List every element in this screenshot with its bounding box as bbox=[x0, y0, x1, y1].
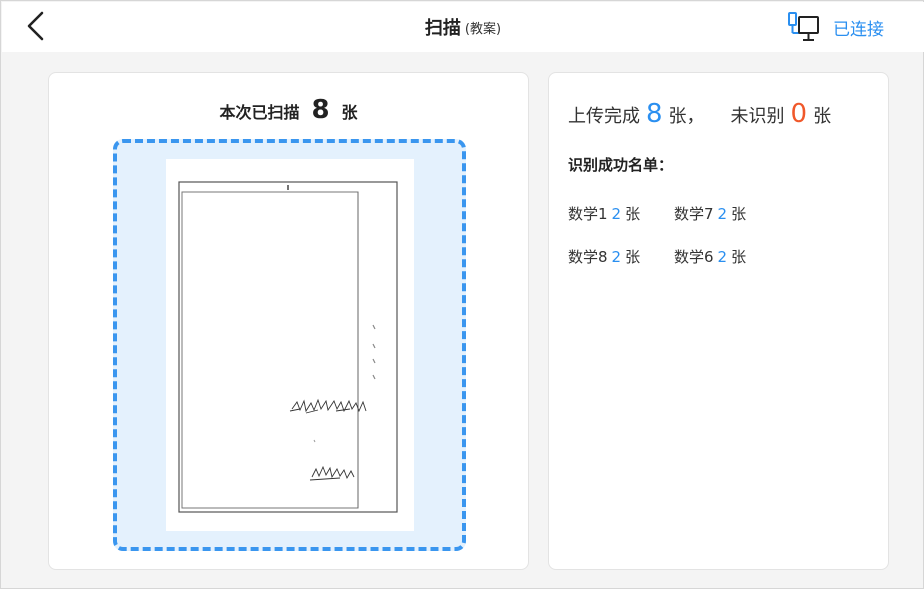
list-item-unit: 张 bbox=[731, 248, 747, 266]
unrecognized-unit: 张 bbox=[813, 106, 832, 127]
list-item[interactable]: 数学7 2 张 bbox=[674, 203, 780, 224]
result-card: 上传完成 8 张， 未识别 0 张 识别成功名单： 数学1 2 张 数学7 2 张 数学… bbox=[548, 72, 889, 570]
app-window: 扫描 (教案) 已连接 本次已扫描 8 张 上传完成 8 张， 未识别 0 张 … bbox=[0, 0, 924, 589]
list-item-count: 2 bbox=[717, 205, 728, 223]
upload-summary: 上传完成 8 张， 未识别 0 张 bbox=[568, 99, 831, 129]
upload-unit: 张， bbox=[668, 106, 705, 127]
scanned-document-image bbox=[178, 181, 398, 513]
scanned-page-preview bbox=[166, 159, 414, 531]
scan-preview-area[interactable] bbox=[113, 139, 466, 551]
scan-card: 本次已扫描 8 张 bbox=[48, 72, 529, 570]
unrecognized-prefix: 未识别 bbox=[730, 106, 785, 127]
upload-prefix: 上传完成 bbox=[568, 106, 640, 127]
list-item-count: 2 bbox=[611, 248, 622, 266]
connection-label: 已连接 bbox=[833, 19, 884, 40]
upload-count: 8 bbox=[646, 99, 663, 129]
list-item-unit: 张 bbox=[625, 248, 641, 266]
back-button[interactable] bbox=[20, 8, 52, 44]
title-text: 扫描 bbox=[424, 18, 461, 39]
list-item-unit: 张 bbox=[731, 205, 747, 223]
list-item-name: 数学1 bbox=[568, 205, 608, 223]
list-item-count: 2 bbox=[717, 248, 728, 266]
list-item-name: 数学7 bbox=[674, 205, 714, 223]
chevron-left-icon bbox=[27, 11, 44, 41]
page-title: 扫描 (教案) bbox=[2, 2, 924, 52]
list-item[interactable]: 数学8 2 张 bbox=[568, 246, 674, 267]
unrecognized-count: 0 bbox=[790, 99, 808, 129]
scan-count-unit: 张 bbox=[341, 103, 358, 122]
list-item[interactable]: 数学6 2 张 bbox=[674, 246, 780, 267]
list-item-name: 数学8 bbox=[568, 248, 608, 266]
title-subtitle: (教案) bbox=[464, 21, 502, 37]
success-list-title: 识别成功名单： bbox=[568, 156, 674, 174]
list-item-name: 数学6 bbox=[674, 248, 714, 266]
list-item-count: 2 bbox=[611, 205, 622, 223]
scan-count-prefix: 本次已扫描 bbox=[219, 103, 300, 122]
scan-count-value: 8 bbox=[311, 95, 330, 125]
computer-connection-icon bbox=[788, 12, 819, 41]
list-item-unit: 张 bbox=[625, 205, 641, 223]
top-bar: 扫描 (教案) 已连接 bbox=[2, 2, 924, 52]
success-list: 数学1 2 张 数学7 2 张 数学8 2 张 数学6 2 张 bbox=[568, 203, 798, 267]
scan-count-line: 本次已扫描 8 张 bbox=[49, 95, 528, 125]
connection-status[interactable]: 已连接 bbox=[787, 10, 884, 44]
list-item[interactable]: 数学1 2 张 bbox=[568, 203, 674, 224]
